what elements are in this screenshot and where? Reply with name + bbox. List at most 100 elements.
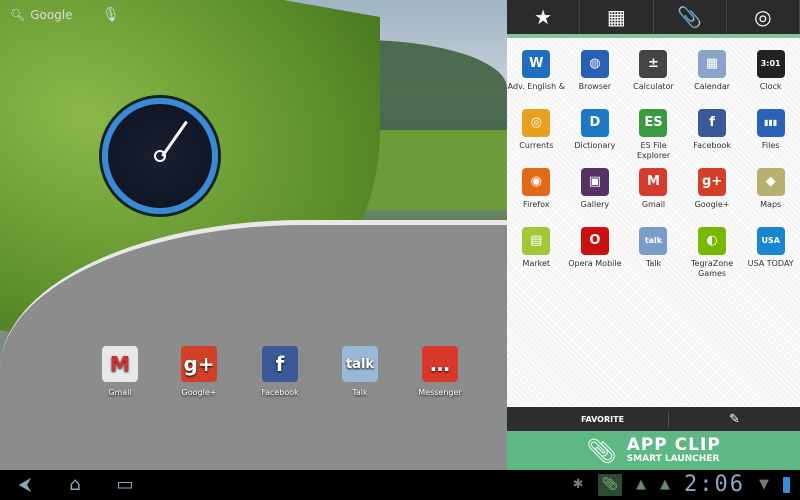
search-label: Google [30, 8, 73, 22]
google-search-widget[interactable]: 🔍︎ Google [10, 8, 73, 22]
dock-app-google[interactable]: g+ Google+ [164, 346, 234, 397]
search-icon: 🔍︎ [10, 8, 26, 22]
app-icon: f [262, 346, 298, 382]
app-google-[interactable]: g+ Google+ [683, 168, 742, 223]
app-label: Dictionary [574, 141, 616, 150]
app-clock[interactable]: 3:01 Clock [741, 50, 800, 105]
app-icon: ES [639, 109, 668, 137]
app-facebook[interactable]: f Facebook [683, 109, 742, 164]
favorite-bar: FAVORITE ✎ [507, 407, 800, 431]
app-label: ES File Explorer [636, 141, 671, 160]
app-icon: talk [342, 346, 378, 382]
app-clip-banner[interactable]: 📎︎ APP CLIP SMART LAUNCHER [507, 431, 800, 470]
app-usa-today[interactable]: USA USA TODAY [741, 227, 800, 282]
app-label: Clock [759, 82, 782, 91]
app-talk[interactable]: talk Talk [624, 227, 683, 282]
brand-title: APP CLIP [626, 435, 721, 455]
app-gmail[interactable]: M Gmail [624, 168, 683, 223]
dock-app-talk[interactable]: talk Talk [325, 346, 395, 397]
clock-hand [161, 120, 188, 157]
app-icon: ◎ [522, 109, 551, 137]
app-clip-notification-icon[interactable]: 📎︎ [597, 474, 623, 496]
app-icon: ▦ [698, 50, 727, 78]
app-icon: g+ [181, 346, 217, 382]
app-gallery[interactable]: ▣ Gallery [566, 168, 625, 223]
app-icon: ▣ [580, 168, 609, 196]
app-icon: W [522, 50, 551, 78]
app-currents[interactable]: ◎ Currents [507, 109, 566, 164]
app-icon: talk [639, 227, 668, 255]
panel-tabs: ★ ▦ 📎 ◎ [507, 0, 800, 38]
app-es-file-explorer[interactable]: ES ES File Explorer [624, 109, 683, 164]
app-label: Opera Mobile [568, 259, 622, 268]
app-label: USA TODAY [747, 259, 794, 268]
app-icon: ▤ [522, 227, 551, 255]
app-market[interactable]: ▤ Market [507, 227, 566, 282]
app-label: Currents [519, 141, 554, 150]
system-bar: ⮜ ⌂ ▭ ✱ 📎︎ ▲ ▲ 2:06 ▼ [0, 470, 800, 500]
analog-clock-widget[interactable] [102, 98, 218, 214]
app-icon: M [639, 168, 668, 196]
app-icon: ◍ [580, 50, 609, 78]
app-label: Maps [760, 200, 782, 209]
app-label: Calendar [694, 82, 731, 91]
app-dictionary[interactable]: D Dictionary [566, 109, 625, 164]
back-button[interactable]: ⮜ [0, 475, 50, 495]
tab-clips-paperclip-icon[interactable]: 📎 [654, 0, 727, 34]
home-wallpaper: 🔍︎ Google 🎙︎ M Gmail g+ Google+ f Facebook talk… [0, 0, 507, 470]
tab-favorites-star-icon[interactable]: ★ [507, 0, 581, 34]
app-label: Adv. English & [507, 82, 565, 91]
clock-time[interactable]: 2:06 [684, 473, 745, 497]
paperclip-icon: 📎︎ [586, 436, 617, 465]
app-browser[interactable]: ◍ Browser [566, 50, 625, 105]
app-firefox[interactable]: ◉ Firefox [507, 168, 566, 223]
dock-app-messenger[interactable]: … Messenger [405, 346, 475, 397]
app-maps[interactable]: ◆ Maps [741, 168, 800, 223]
app-calendar[interactable]: ▦ Calendar [683, 50, 742, 105]
update-android-icon[interactable]: ▲ [636, 476, 646, 494]
dock-app-gmail[interactable]: M Gmail [85, 346, 155, 397]
app-icon: M [102, 346, 138, 382]
app-label: Gmail [641, 200, 666, 209]
app-label: Google+ [181, 388, 217, 397]
debug-android-icon[interactable]: ✱ [573, 476, 584, 494]
app-label: Gmail [108, 388, 132, 397]
tab-settings-icon[interactable]: ◎ [727, 0, 800, 34]
app-calculator[interactable]: ± Calculator [624, 50, 683, 105]
app-opera-mobile[interactable]: O Opera Mobile [566, 227, 625, 282]
app-files[interactable]: ▮▮▮ Files [741, 109, 800, 164]
app-adv-english-[interactable]: W Adv. English & [507, 50, 566, 105]
app-label: Market [522, 259, 551, 268]
app-label: Calculator [633, 82, 674, 91]
app-icon: ◉ [522, 168, 551, 196]
app-grid: W Adv. English & ◍ Browser ± Calculator ▦ Calen… [507, 50, 800, 282]
app-label: Google+ [694, 200, 730, 209]
app-label: Messenger [418, 388, 462, 397]
update-android-icon-2[interactable]: ▲ [660, 476, 670, 494]
app-icon: ± [639, 50, 668, 78]
app-label: Facebook [693, 141, 731, 150]
battery-icon [783, 477, 790, 493]
edit-pencil-icon[interactable]: ✎ [668, 411, 800, 427]
app-icon: … [422, 346, 458, 382]
wifi-icon: ▼ [759, 477, 769, 492]
favorite-label: FAVORITE [580, 414, 625, 424]
app-icon: O [580, 227, 609, 255]
app-label: Talk [352, 388, 368, 397]
dock-app-facebook[interactable]: f Facebook [245, 346, 315, 397]
app-label: Firefox [523, 200, 550, 209]
app-icon: ◆ [756, 168, 785, 196]
app-icon: g+ [698, 168, 727, 196]
app-icon: D [580, 109, 609, 137]
app-tegrazone-games[interactable]: ◐ TegraZone Games [683, 227, 742, 282]
microphone-icon[interactable]: 🎙︎ [102, 7, 120, 23]
app-label: Gallery [580, 200, 610, 209]
app-icon: f [698, 109, 727, 137]
app-label: Talk [645, 259, 662, 268]
app-label: Browser [578, 82, 612, 91]
tab-all-apps-grid-icon[interactable]: ▦ [580, 0, 654, 34]
home-button[interactable]: ⌂ [50, 475, 100, 495]
recent-apps-button[interactable]: ▭ [100, 475, 150, 495]
app-label: TegraZone Games [691, 259, 734, 278]
app-icon: 3:01 [756, 50, 785, 78]
